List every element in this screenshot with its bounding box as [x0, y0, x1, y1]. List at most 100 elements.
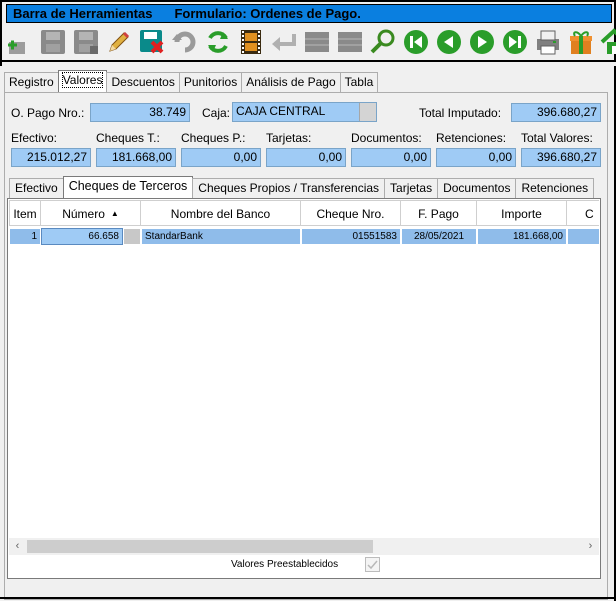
column-header-importe[interactable]: Importe: [477, 200, 567, 226]
tab-retenciones[interactable]: Retenciones: [515, 178, 595, 198]
caja-label: Caja:: [202, 106, 231, 120]
column-header-c[interactable]: C: [567, 200, 599, 226]
next-record-icon: [469, 30, 494, 54]
add-button[interactable]: [4, 27, 35, 58]
search-icon: [370, 29, 394, 54]
tab-efectivo[interactable]: Efectivo: [9, 178, 64, 198]
grid2-button[interactable]: [334, 27, 365, 58]
documentos-label: Documentos:: [351, 131, 422, 145]
refresh-button[interactable]: [202, 27, 233, 58]
cell-c[interactable]: [567, 228, 599, 245]
next-record-button[interactable]: [466, 27, 497, 58]
scrollbar-thumb[interactable]: [27, 540, 373, 553]
cheques-t-field[interactable]: 181.668,00: [96, 148, 176, 167]
cell-item[interactable]: 1: [9, 228, 41, 245]
tarjetas-label: Tarjetas:: [266, 131, 312, 145]
tab-registro[interactable]: Registro: [4, 72, 59, 92]
first-record-button[interactable]: [400, 27, 431, 58]
tab-descuentos-label: Descuentos: [111, 75, 175, 89]
tab-registro-label: Registro: [9, 75, 54, 89]
print-icon: [536, 30, 559, 55]
print-button[interactable]: [532, 27, 563, 58]
valores-preestablecidos-checkbox[interactable]: [365, 557, 380, 572]
tab-valores[interactable]: Valores: [57, 70, 108, 92]
tab-valores-label: Valores: [61, 72, 104, 88]
documentos-field[interactable]: 0,00: [351, 148, 431, 167]
tab-punitorios[interactable]: Punitorios: [178, 72, 243, 92]
retenciones-field[interactable]: 0,00: [436, 148, 516, 167]
horizontal-scrollbar[interactable]: ‹ ›: [9, 538, 599, 555]
cell-fecha[interactable]: 28/05/2021: [401, 228, 477, 245]
tab-tabla-label: Tabla: [344, 75, 374, 89]
tab-documentos-label: Documentos: [443, 181, 511, 195]
home-icon: [600, 28, 616, 54]
toolbar-titlebar: Barra de Herramientas Formulario: Ordenes…: [6, 4, 612, 23]
cell-cheque[interactable]: 01551583: [301, 228, 401, 245]
scroll-left-icon[interactable]: ‹: [9, 538, 26, 555]
tab-tabla[interactable]: Tabla: [339, 72, 379, 92]
cheques-grid[interactable]: Item Número ▲ Nombre del Banco Cheque Nro…: [9, 200, 599, 538]
cell-numero[interactable]: 66.658: [41, 228, 123, 245]
tab-descuentos[interactable]: Descuentos: [106, 72, 180, 92]
tab-cheques-propios-label: Cheques Propios / Transferencias: [198, 181, 380, 195]
column-header-item[interactable]: Item: [9, 200, 41, 226]
back-arrow-icon: [271, 34, 296, 51]
cheques-p-label: Cheques P.:: [181, 131, 246, 145]
toolbar-title: Barra de Herramientas: [13, 6, 153, 21]
undo-button[interactable]: [169, 27, 200, 58]
column-header-cheque[interactable]: Cheque Nro.: [301, 200, 401, 226]
tab-cheques-terceros-label: Cheques de Terceros: [68, 179, 188, 193]
tab-cheques-propios[interactable]: Cheques Propios / Transferencias: [192, 178, 386, 198]
caja-select[interactable]: CAJA CENTRAL: [232, 102, 377, 122]
column-header-banco[interactable]: Nombre del Banco: [141, 200, 301, 226]
home-button[interactable]: [598, 27, 616, 58]
save-icon: [40, 30, 65, 54]
caja-select-value: CAJA CENTRAL: [236, 104, 326, 118]
tab-tarjetas[interactable]: Tarjetas: [384, 178, 439, 198]
cell-numero-lookup-button[interactable]: [123, 228, 141, 245]
efectivo-label: Efectivo:: [11, 131, 58, 145]
toolbar-icon-row: [4, 25, 616, 59]
grid-button[interactable]: [301, 27, 332, 58]
refresh-icon: [207, 31, 228, 53]
save-as-button[interactable]: [70, 27, 101, 58]
pago-nro-label: O. Pago Nro.:: [11, 106, 85, 120]
film-button[interactable]: [235, 27, 266, 58]
form-window: Registro Valores Descuentos Punitorios A…: [0, 66, 616, 601]
edit-button[interactable]: [103, 27, 134, 58]
back-button[interactable]: [268, 27, 299, 58]
tarjetas-field[interactable]: 0,00: [266, 148, 346, 167]
first-record-icon: [403, 30, 428, 54]
tab-cheques-de-terceros[interactable]: Cheques de Terceros: [62, 176, 194, 198]
retenciones-label: Retenciones:: [436, 131, 507, 145]
tab-retenciones-label: Retenciones: [521, 181, 589, 195]
cheques-p-field[interactable]: 0,00: [181, 148, 261, 167]
total-imputado-label: Total Imputado:: [419, 106, 502, 120]
total-imputado-field[interactable]: 396.680,27: [511, 103, 601, 122]
tab-analisis-de-pago[interactable]: Análisis de Pago: [241, 72, 341, 92]
tab-documentos[interactable]: Documentos: [437, 178, 517, 198]
undo-icon: [171, 31, 195, 53]
scroll-right-icon[interactable]: ›: [582, 538, 599, 555]
cell-importe[interactable]: 181.668,00: [477, 228, 567, 245]
efectivo-field[interactable]: 215.012,27: [11, 148, 91, 167]
caja-dropdown-button[interactable]: [359, 103, 376, 121]
cell-banco[interactable]: StandarBank: [141, 228, 301, 245]
tab-efectivo-label: Efectivo: [15, 181, 58, 195]
previous-record-icon: [436, 30, 461, 54]
window-bottom-border: [0, 597, 616, 599]
main-tab-strip: Registro Valores Descuentos Punitorios A…: [4, 70, 379, 92]
previous-record-button[interactable]: [433, 27, 464, 58]
table-row[interactable]: 1 66.658 StandarBank 01551583 28/05/2021…: [9, 228, 599, 245]
save-button[interactable]: [37, 27, 68, 58]
total-valores-field[interactable]: 396.680,27: [521, 148, 601, 167]
search-button[interactable]: [367, 27, 398, 58]
delete-button[interactable]: [136, 27, 167, 58]
inner-tab-strip: Efectivo Cheques de Terceros Cheques Pro…: [9, 176, 595, 198]
delete-icon: [139, 30, 163, 54]
last-record-button[interactable]: [499, 27, 530, 58]
column-header-fecha[interactable]: F. Pago: [401, 200, 477, 226]
gift-button[interactable]: [565, 27, 596, 58]
column-header-numero[interactable]: Número ▲: [41, 200, 141, 226]
pago-nro-field[interactable]: 38.749: [90, 103, 190, 122]
